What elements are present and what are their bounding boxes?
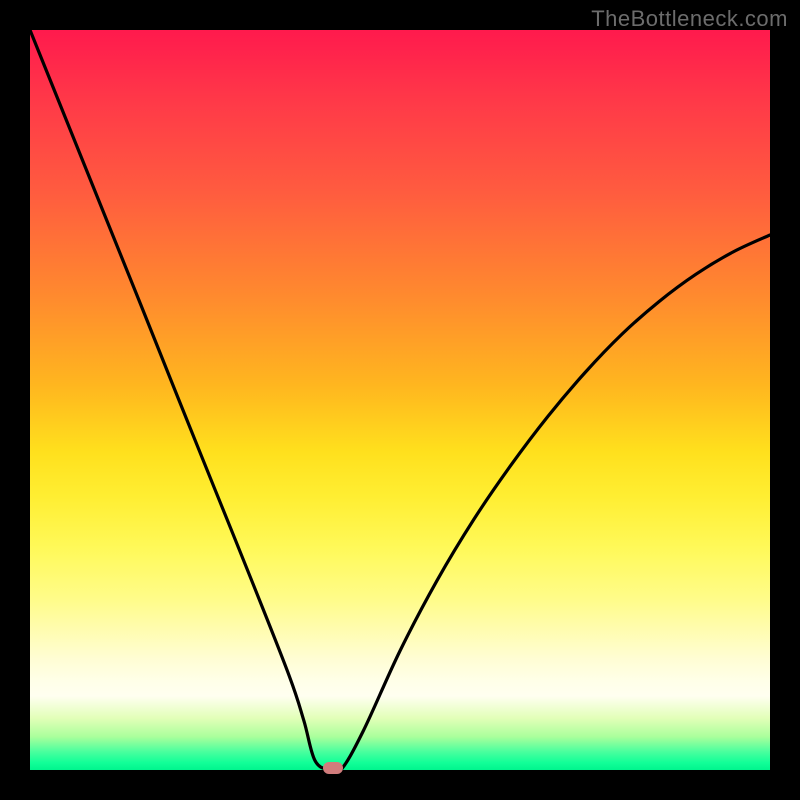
watermark-text: TheBottleneck.com [591, 6, 788, 32]
bottleneck-curve-path [30, 30, 770, 770]
chart-plot-area [30, 30, 770, 770]
optimum-marker [323, 762, 343, 774]
bottleneck-curve-svg [30, 30, 770, 770]
chart-frame: TheBottleneck.com [0, 0, 800, 800]
